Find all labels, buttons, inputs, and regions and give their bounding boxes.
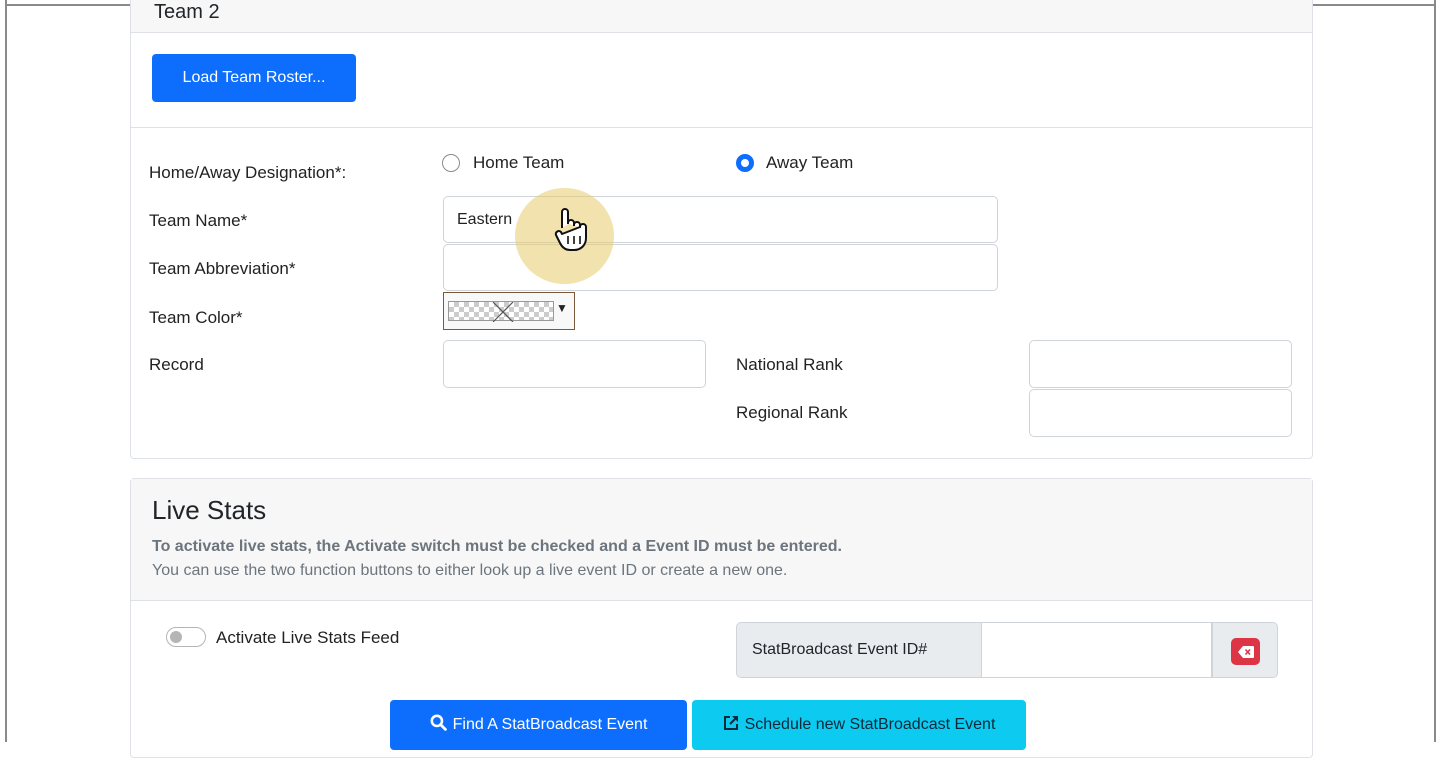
record-input[interactable] [443,340,706,388]
home-team-radio[interactable] [442,154,460,172]
record-label: Record [149,355,204,374]
activate-live-stats-toggle[interactable] [166,627,206,647]
hand-pointer-icon [550,206,590,254]
away-team-radio[interactable] [736,154,754,172]
window-frame-left [5,0,7,742]
away-team-label[interactable]: Away Team [766,153,853,173]
team2-header: Team 2 [131,0,1312,33]
search-icon [430,714,447,736]
team-abbreviation-label: Team Abbreviation* [149,259,296,278]
team-name-label: Team Name* [149,211,248,230]
find-statbroadcast-event-button[interactable]: Find A StatBroadcast Event [390,700,687,750]
regional-rank-label: Regional Rank [736,403,848,422]
window-frame-right [1434,0,1436,742]
national-rank-input[interactable] [1029,340,1292,388]
regional-rank-input[interactable] [1029,389,1292,437]
transparent-swatch-icon [448,301,554,322]
schedule-button-label: Schedule new StatBroadcast Event [744,716,996,733]
home-away-label: Home/Away Designation*: [149,163,347,182]
live-stats-description: You can use the two function buttons to … [152,562,788,579]
event-id-input[interactable] [982,622,1212,678]
toggle-knob [170,631,182,643]
activate-live-stats-label[interactable]: Activate Live Stats Feed [216,628,399,648]
event-id-label: StatBroadcast Event ID# [736,622,982,678]
find-button-label: Find A StatBroadcast Event [452,716,648,733]
load-team-roster-button[interactable]: Load Team Roster... [152,54,356,102]
schedule-statbroadcast-event-button[interactable]: Schedule new StatBroadcast Event [692,700,1026,750]
national-rank-label: National Rank [736,355,843,374]
external-link-icon [723,715,739,736]
live-stats-header: Live Stats To activate live stats, the A… [131,479,1312,601]
team-color-label: Team Color* [149,308,243,327]
live-stats-description-bold: To activate live stats, the Activate swi… [152,538,842,555]
backspace-icon [1231,638,1260,665]
team2-roster-section: Load Team Roster... [131,33,1312,128]
home-team-label[interactable]: Home Team [473,153,564,173]
live-stats-card: Live Stats To activate live stats, the A… [130,478,1313,758]
clear-event-id-button[interactable] [1212,622,1278,678]
team-color-picker[interactable]: ▼ [443,292,575,330]
live-stats-title: Live Stats [152,495,267,525]
caret-down-icon: ▼ [556,301,568,315]
team2-title: Team 2 [154,1,220,23]
